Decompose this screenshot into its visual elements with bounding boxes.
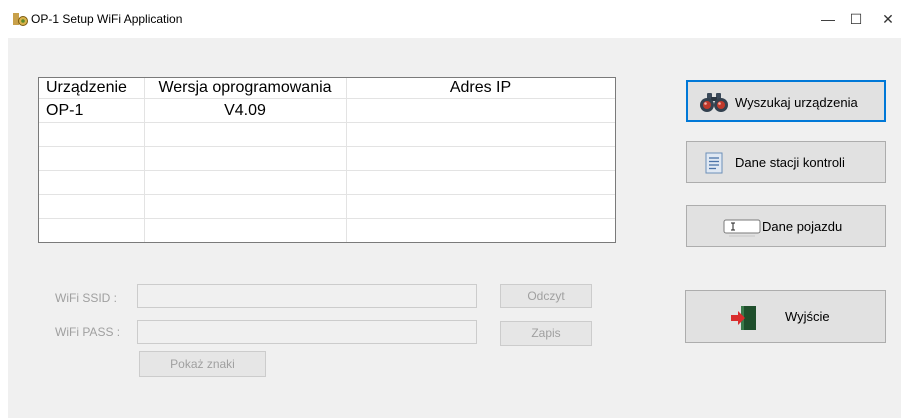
wifi-ssid-field[interactable] bbox=[137, 284, 477, 308]
table-cell[interactable] bbox=[144, 122, 347, 147]
table-cell[interactable]: OP-1 bbox=[39, 98, 145, 123]
grid-header: Urządzenie Wersja oprogramowania Adres I… bbox=[39, 78, 615, 99]
exit-button[interactable]: Wyjście bbox=[685, 290, 886, 343]
table-row[interactable] bbox=[39, 146, 615, 171]
client-area: Urządzenie Wersja oprogramowania Adres I… bbox=[8, 38, 901, 418]
close-button[interactable]: ✕ bbox=[868, 4, 901, 34]
table-cell[interactable] bbox=[144, 194, 347, 219]
exit-door-icon bbox=[730, 304, 760, 335]
station-data-button[interactable]: Dane stacji kontroli bbox=[686, 141, 886, 183]
table-cell[interactable] bbox=[346, 194, 615, 219]
table-cell[interactable] bbox=[346, 146, 615, 171]
table-row[interactable] bbox=[39, 218, 615, 242]
station-data-label: Dane stacji kontroli bbox=[735, 155, 845, 170]
table-cell[interactable]: V4.09 bbox=[144, 98, 347, 123]
table-cell[interactable] bbox=[39, 170, 145, 195]
column-header-device[interactable]: Urządzenie bbox=[39, 78, 145, 99]
table-cell[interactable] bbox=[144, 146, 347, 171]
table-row[interactable] bbox=[39, 170, 615, 195]
vehicle-data-button[interactable]: Dane pojazdu bbox=[686, 205, 886, 247]
vehicle-data-label: Dane pojazdu bbox=[762, 219, 843, 234]
wifi-ssid-label: WiFi SSID : bbox=[55, 291, 117, 305]
table-cell[interactable] bbox=[39, 146, 145, 171]
table-cell[interactable] bbox=[144, 170, 347, 195]
app-icon bbox=[12, 11, 28, 27]
column-header-firmware[interactable]: Wersja oprogramowania bbox=[144, 78, 347, 99]
table-cell[interactable] bbox=[144, 218, 347, 242]
document-icon bbox=[705, 152, 723, 177]
column-header-ip[interactable]: Adres IP bbox=[346, 78, 615, 99]
show-chars-button[interactable]: Pokaż znaki bbox=[139, 351, 266, 377]
table-row[interactable] bbox=[39, 194, 615, 219]
table-cell[interactable] bbox=[346, 170, 615, 195]
table-cell[interactable] bbox=[346, 122, 615, 147]
table-cell[interactable] bbox=[39, 194, 145, 219]
wifi-pass-field[interactable] bbox=[137, 320, 477, 344]
table-row[interactable]: OP-1 V4.09 bbox=[39, 98, 615, 123]
table-cell[interactable] bbox=[346, 98, 615, 123]
search-devices-label: Wyszukaj urządzenia bbox=[735, 95, 858, 110]
read-button[interactable]: Odczyt bbox=[500, 284, 592, 308]
exit-label: Wyjście bbox=[785, 309, 830, 324]
binoculars-icon bbox=[698, 90, 730, 117]
textbox-icon bbox=[723, 218, 761, 241]
table-cell[interactable] bbox=[39, 122, 145, 147]
table-cell[interactable] bbox=[346, 218, 615, 242]
window-title: OP-1 Setup WiFi Application bbox=[31, 12, 183, 26]
table-row[interactable] bbox=[39, 122, 615, 147]
device-grid[interactable]: Urządzenie Wersja oprogramowania Adres I… bbox=[38, 77, 616, 243]
title-bar: OP-1 Setup WiFi Application — ☐ ✕ bbox=[0, 0, 901, 38]
table-cell[interactable] bbox=[39, 218, 145, 242]
wifi-pass-label: WiFi PASS : bbox=[55, 325, 121, 339]
save-button[interactable]: Zapis bbox=[500, 321, 592, 346]
search-devices-button[interactable]: Wyszukaj urządzenia bbox=[686, 80, 886, 122]
